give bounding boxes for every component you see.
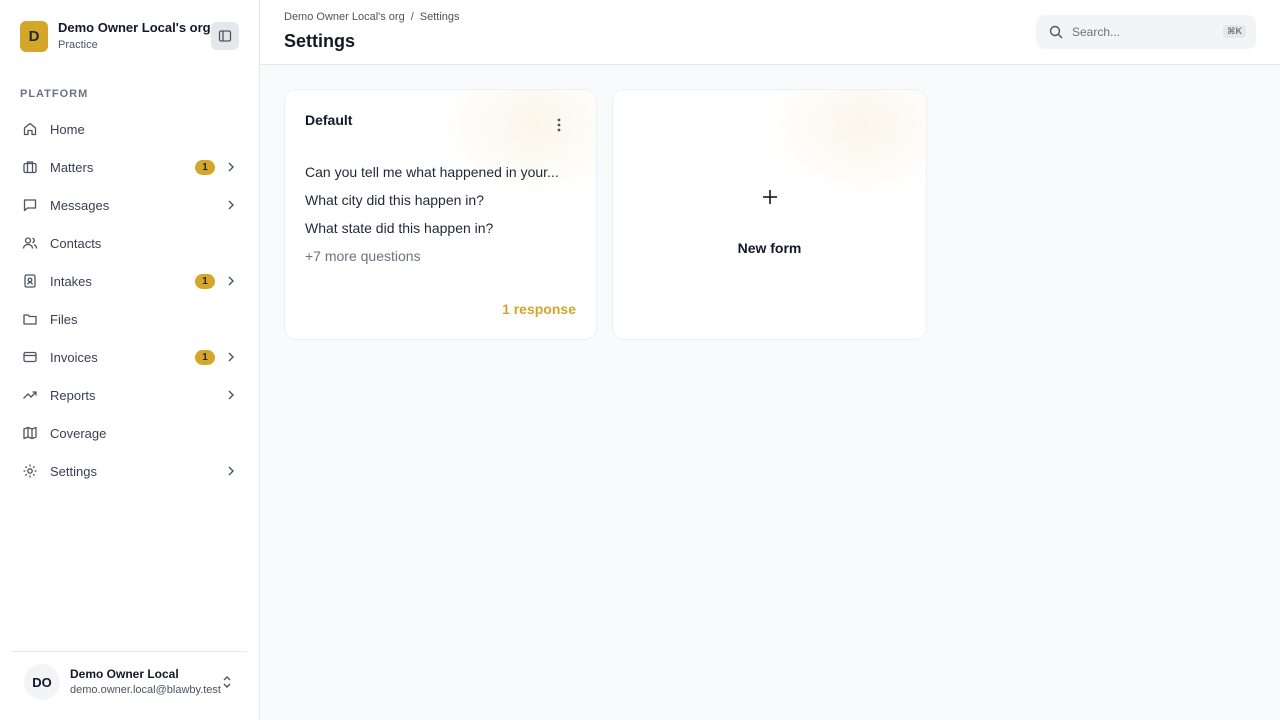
responses-link[interactable]: 1 response [502, 301, 576, 317]
users-icon [22, 235, 38, 251]
sidebar-item-label: Reports [50, 387, 96, 403]
card-glow [435, 90, 596, 200]
org-avatar: D [20, 21, 48, 52]
form-question: Can you tell me what happened in your... [305, 164, 559, 180]
map-icon [22, 425, 38, 441]
form-question: What state did this happen in? [305, 220, 494, 236]
sidebar-item-label: Matters [50, 159, 94, 175]
page-title: Settings [284, 31, 356, 51]
card-glow [763, 90, 926, 200]
sidebar-nav: Home Matters 1 Messages Contacts Intakes… [12, 110, 248, 490]
sidebar-item-label: Files [50, 311, 78, 327]
message-square-icon [22, 197, 38, 213]
form-card-title: Default [305, 112, 353, 128]
more-questions-count: +7 more questions [305, 248, 421, 264]
sidebar-toggle-icon [218, 30, 232, 42]
new-form-label: New form [737, 240, 802, 256]
org-name: Demo Owner Local's org [58, 20, 211, 35]
count-badge: 1 [195, 350, 215, 365]
sidebar-item-coverage[interactable]: Coverage [12, 414, 248, 452]
sidebar: D Demo Owner Local's org Practice PLATFO… [0, 0, 260, 720]
sidebar-item-label: Contacts [50, 235, 102, 251]
org-switcher[interactable]: D Demo Owner Local's org Practice [20, 20, 211, 53]
briefcase-icon [22, 159, 38, 175]
sidebar-item-label: Invoices [50, 349, 98, 365]
folder-icon [22, 311, 38, 327]
sidebar-item-label: Intakes [50, 273, 92, 289]
sidebar-item-matters[interactable]: Matters 1 [12, 148, 248, 186]
user-email: demo.owner.local@blawby.test [70, 684, 221, 696]
breadcrumb-item-org[interactable]: Demo Owner Local's org [284, 11, 405, 23]
form-card-default[interactable]: Default Can you tell me what happened in… [284, 89, 597, 340]
sidebar-item-files[interactable]: Files [12, 300, 248, 338]
chevrons-up-down-icon[interactable] [220, 674, 234, 690]
breadcrumb-item-settings[interactable]: Settings [420, 11, 460, 23]
sidebar-item-reports[interactable]: Reports [12, 376, 248, 414]
sidebar-item-contacts[interactable]: Contacts [12, 224, 248, 262]
chevron-right-icon[interactable] [224, 388, 238, 402]
sidebar-item-intakes[interactable]: Intakes 1 [12, 262, 248, 300]
chevron-right-icon[interactable] [224, 350, 238, 364]
sidebar-item-label: Messages [50, 197, 110, 213]
user-menu[interactable]: DO Demo Owner Local demo.owner.local@bla… [12, 651, 247, 720]
trending-up-icon [22, 387, 38, 403]
credit-card-icon [22, 349, 38, 365]
chevron-right-icon[interactable] [224, 274, 238, 288]
search-input[interactable]: Search... ⌘K [1036, 15, 1256, 49]
org-subtitle: Practice [58, 39, 98, 51]
avatar: DO [24, 664, 60, 700]
sidebar-item-settings[interactable]: Settings [12, 452, 248, 490]
section-label-platform: PLATFORM [20, 88, 89, 100]
top-header: Demo Owner Local's org / Settings Settin… [260, 0, 1280, 65]
chevron-right-icon[interactable] [224, 198, 238, 212]
sidebar-item-label: Coverage [50, 425, 107, 441]
search-shortcut: ⌘K [1223, 25, 1246, 38]
new-form-card[interactable]: New form [612, 89, 927, 340]
form-question: What city did this happen in? [305, 192, 484, 208]
sidebar-item-label: Home [50, 121, 85, 137]
chevron-right-icon[interactable] [224, 160, 238, 174]
contact-card-icon [22, 273, 38, 289]
chevron-right-icon[interactable] [224, 464, 238, 478]
count-badge: 1 [195, 274, 215, 289]
search-icon [1049, 25, 1063, 39]
sidebar-item-label: Settings [50, 463, 97, 479]
user-name: Demo Owner Local [70, 667, 179, 681]
sidebar-item-invoices[interactable]: Invoices 1 [12, 338, 248, 376]
sidebar-item-home[interactable]: Home [12, 110, 248, 148]
plus-icon [763, 190, 777, 204]
home-icon [22, 121, 38, 137]
gear-icon [22, 463, 38, 479]
search-placeholder: Search... [1072, 25, 1121, 39]
breadcrumb-separator: / [410, 11, 414, 23]
sidebar-toggle-button[interactable] [211, 22, 239, 50]
org-text: Demo Owner Local's org Practice [58, 20, 211, 53]
sidebar-item-messages[interactable]: Messages [12, 186, 248, 224]
count-badge: 1 [195, 160, 215, 175]
more-vertical-icon[interactable] [551, 117, 567, 133]
breadcrumb: Demo Owner Local's org / Settings [284, 11, 460, 23]
